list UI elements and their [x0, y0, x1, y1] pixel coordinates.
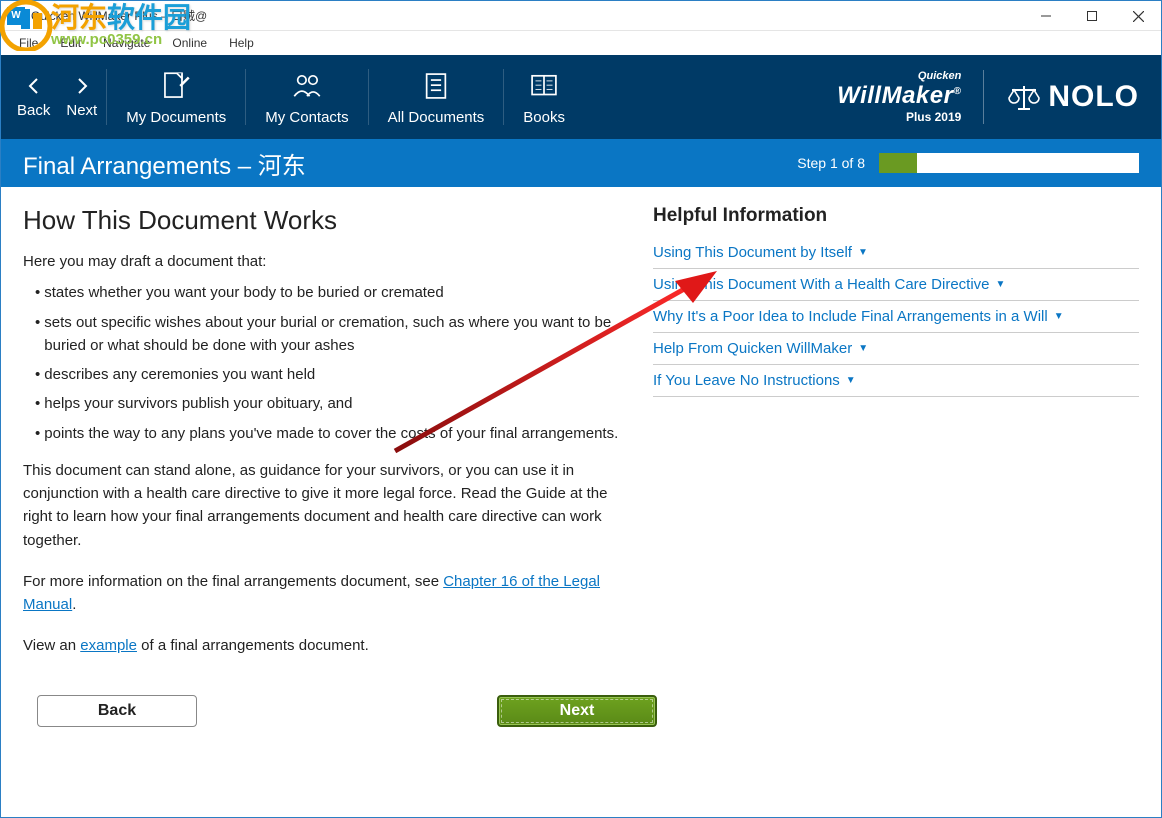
caret-down-icon: ▼: [846, 375, 856, 386]
next-button[interactable]: Next: [497, 695, 657, 727]
step-label: Step 1 of 8: [797, 155, 865, 171]
intro-text: Here you may draft a document that:: [23, 250, 619, 273]
book-icon: [527, 69, 561, 103]
list-item: •points the way to any plans you've made…: [35, 422, 619, 445]
page-heading: How This Document Works: [23, 205, 619, 236]
my-contacts-button[interactable]: My Contacts: [247, 69, 366, 126]
menu-help[interactable]: Help: [219, 34, 264, 52]
help-item[interactable]: If You Leave No Instructions▼: [653, 365, 1139, 397]
help-item[interactable]: Using This Document With a Health Care D…: [653, 269, 1139, 301]
main-toolbar: Back Next My Documents My Contacts All: [1, 55, 1161, 139]
list-item: •helps your survivors publish your obitu…: [35, 392, 619, 415]
nav-next-button[interactable]: Next: [58, 76, 105, 119]
paragraph-1: This document can stand alone, as guidan…: [23, 459, 619, 552]
books-button[interactable]: Books: [505, 69, 583, 126]
menu-navigate[interactable]: Navigate: [93, 34, 160, 52]
example-link[interactable]: example: [80, 637, 137, 654]
document-pencil-icon: [159, 69, 193, 103]
main-content: How This Document Works Here you may dra…: [23, 205, 619, 676]
menu-online[interactable]: Online: [162, 34, 217, 52]
button-row: Back Next: [1, 695, 693, 727]
nav-back-button[interactable]: Back: [9, 76, 58, 119]
help-item[interactable]: Using This Document by Itself▼: [653, 237, 1139, 269]
toolbar-separator: [106, 69, 107, 125]
paragraph-3: View an example of a final arrangements …: [23, 634, 619, 657]
menubar: File Edit Navigate Online Help: [1, 31, 1161, 55]
list-item: •states whether you want your body to be…: [35, 281, 619, 304]
caret-down-icon: ▼: [858, 343, 868, 354]
help-item[interactable]: Why It's a Poor Idea to Include Final Ar…: [653, 301, 1139, 333]
document-subheader: Final Arrangements – 河东 Step 1 of 8: [1, 139, 1161, 187]
minimize-button[interactable]: [1023, 1, 1069, 31]
menu-file[interactable]: File: [9, 34, 48, 52]
caret-down-icon: ▼: [996, 279, 1006, 290]
caret-down-icon: ▼: [1054, 311, 1064, 322]
list-item: •sets out specific wishes about your bur…: [35, 311, 619, 358]
app-icon: W: [7, 7, 25, 25]
menu-edit[interactable]: Edit: [50, 34, 91, 52]
document-title: Final Arrangements – 河东: [23, 146, 306, 181]
close-button[interactable]: [1115, 1, 1161, 31]
people-icon: [290, 69, 324, 103]
help-item[interactable]: Help From Quicken WillMaker▼: [653, 333, 1139, 365]
back-button[interactable]: Back: [37, 695, 197, 727]
my-documents-button[interactable]: My Documents: [108, 69, 244, 126]
window-titlebar: W Quicken WillMaker Plus – 口贼@: [1, 1, 1161, 31]
help-heading: Helpful Information: [653, 205, 1139, 227]
paragraph-2: For more information on the final arrang…: [23, 570, 619, 617]
brand-area: Quicken WillMaker® Plus 2019 NOLO: [837, 55, 1139, 139]
maximize-button[interactable]: [1069, 1, 1115, 31]
all-documents-button[interactable]: All Documents: [370, 69, 503, 126]
nolo-logo: NOLO: [1006, 80, 1139, 114]
scales-icon: [1006, 82, 1042, 112]
progress-bar: [879, 153, 1139, 173]
list-item: •describes any ceremonies you want held: [35, 363, 619, 386]
caret-down-icon: ▼: [858, 247, 868, 258]
window-title: Quicken WillMaker Plus – 口贼@: [31, 7, 207, 24]
documents-icon: [419, 69, 453, 103]
help-sidebar: Helpful Information Using This Document …: [653, 205, 1139, 676]
bullet-list: •states whether you want your body to be…: [23, 281, 619, 445]
